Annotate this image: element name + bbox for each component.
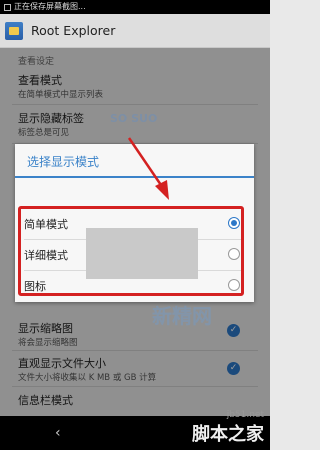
status-bar: 正在保存屏幕截图... (0, 0, 270, 14)
screenshot-icon (4, 3, 11, 11)
watermark-site: jb51.net (226, 410, 264, 420)
watermark-middle: 新精网 (152, 304, 212, 328)
action-bar: Root Explorer (0, 14, 270, 48)
app-folder-icon[interactable] (5, 21, 23, 40)
app-title: Root Explorer (31, 23, 116, 38)
watermark-brand: 脚本之家 (192, 424, 264, 445)
watermark-top: SO SUO (110, 112, 158, 125)
back-icon[interactable]: ‹ (55, 425, 61, 441)
status-text: 正在保存屏幕截图... (14, 2, 86, 11)
annotation-highlight-box (18, 206, 244, 296)
annotation-arrow-icon (127, 137, 169, 200)
dialog-title: 选择显示模式 (27, 155, 100, 169)
